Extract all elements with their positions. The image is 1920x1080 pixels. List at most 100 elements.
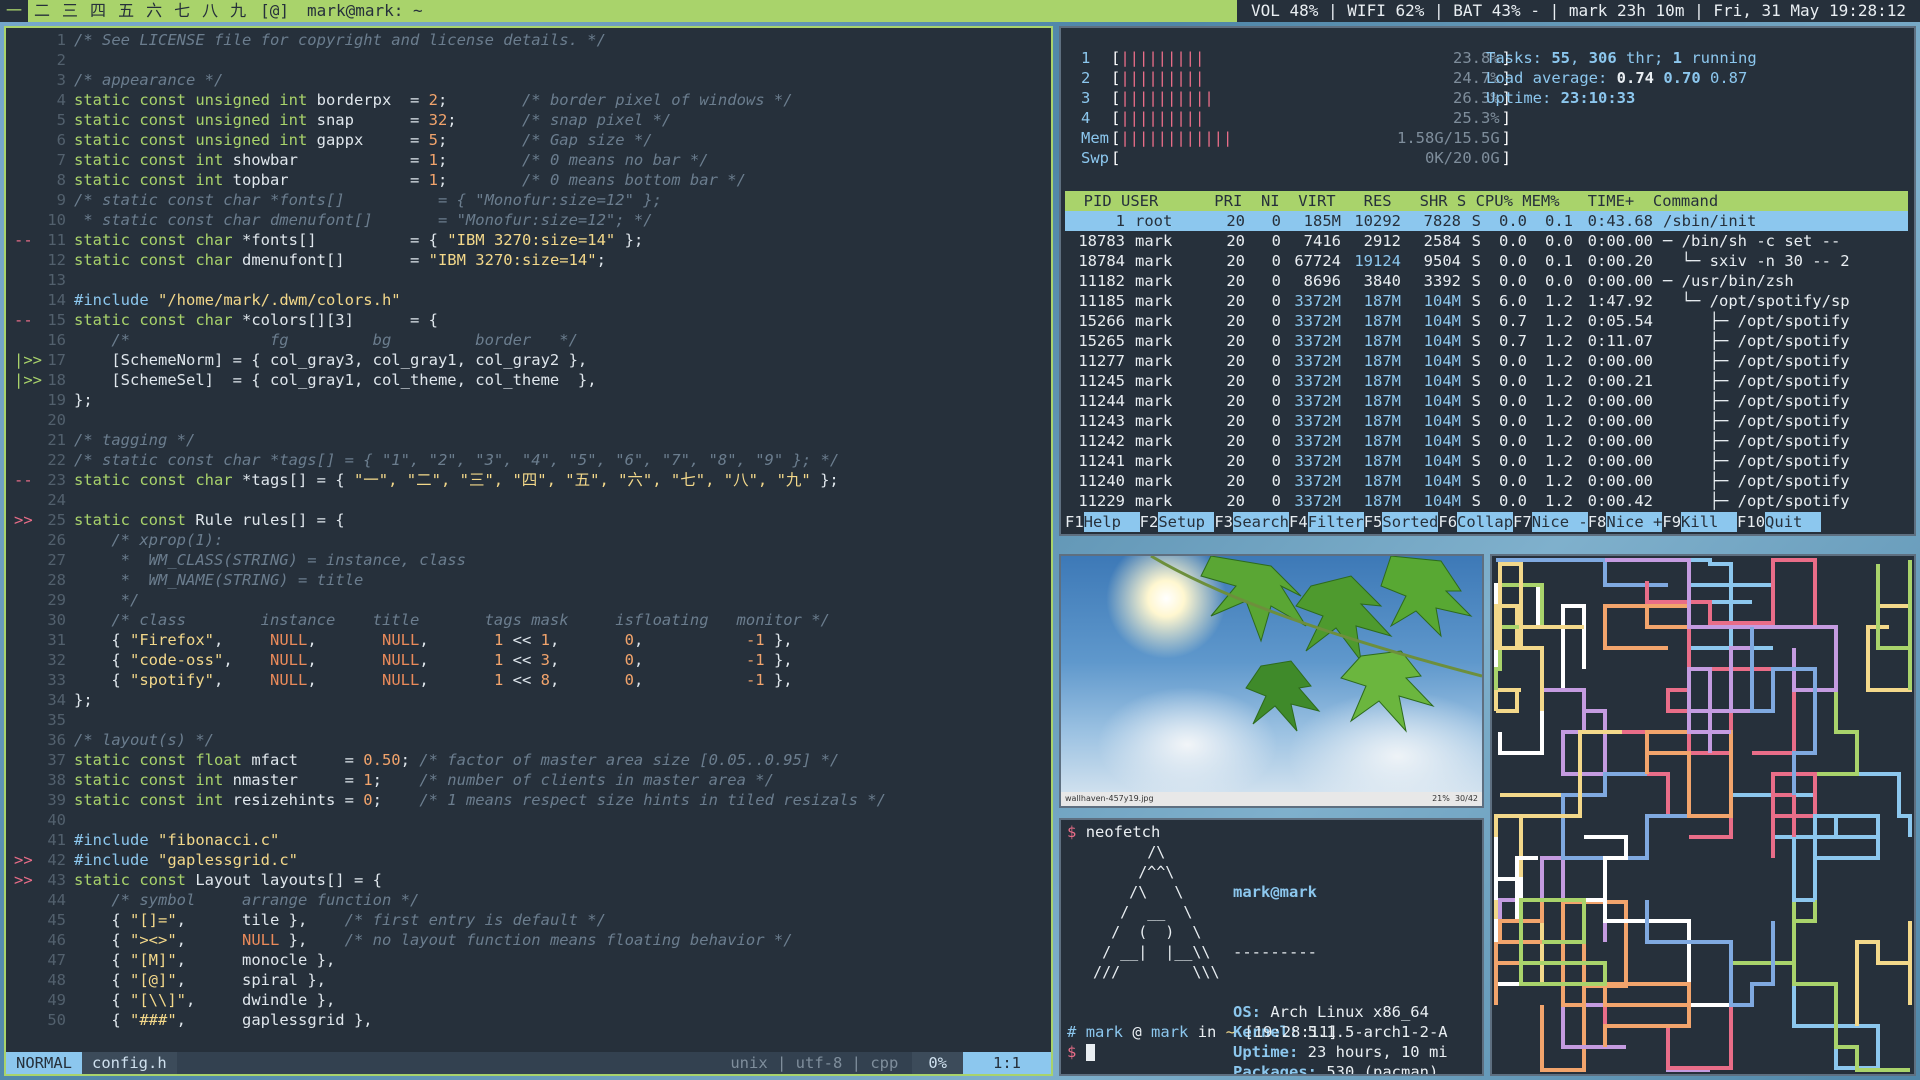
code-line[interactable]: 12 static const char dmenufont[] = "IBM 3… <box>6 250 1051 270</box>
code-line[interactable]: 7 static const int showbar = 1; /* 0 mean… <box>6 150 1051 170</box>
process-row[interactable]: 11242 mark 20 0 3372M 187M 104M S 0.0 1.2 0:00.00 … <box>1065 431 1908 451</box>
code-line[interactable]: 35 <box>6 710 1051 730</box>
process-row[interactable]: 11185 mark 20 0 3372M 187M 104M S 6.0 1.2 1:47.92 … <box>1065 291 1908 311</box>
fkey-label[interactable]: Nice - <box>1531 512 1588 532</box>
fkey-key[interactable]: F8 <box>1588 512 1607 532</box>
code-line[interactable]: 30 /* class instance title tags mask isf… <box>6 610 1051 630</box>
process-table[interactable]: 1 root 20 0 185M 10292 7828 S 0.0 0.1 0:43.68/sbin… <box>1065 211 1908 511</box>
code-line[interactable]: 6 static const unsigned int gappx = 5; /*… <box>6 130 1051 150</box>
code-line[interactable]: 39 static const int resizehints = 0; /* 1… <box>6 790 1051 810</box>
code-line[interactable]: 44 /* symbol arrange function */ <box>6 890 1051 910</box>
fkey-key[interactable]: F7 <box>1513 512 1532 532</box>
fkey-key[interactable]: F3 <box>1214 512 1233 532</box>
code-line[interactable]: 33 { "spotify", NULL, NULL, 1 << 8, 0, -… <box>6 670 1051 690</box>
process-row[interactable]: 18783 mark 20 0 7416 2912 2584 S 0.0 0.0 0:00.00 ─ … <box>1065 231 1908 251</box>
code-line[interactable]: 2 <box>6 50 1051 70</box>
fkey-key[interactable]: F9 <box>1662 512 1681 532</box>
process-row[interactable]: 1 root 20 0 185M 10292 7828 S 0.0 0.1 0:43.68/sbin… <box>1065 211 1908 231</box>
fkey-key[interactable]: F4 <box>1289 512 1308 532</box>
fkey-key[interactable]: F5 <box>1364 512 1383 532</box>
process-row[interactable]: 18784 mark 20 0 67724 19124 9504 S 0.0 0.1 0:00.20… <box>1065 251 1908 271</box>
code-line[interactable]: 50 { "###", gaplessgrid }, <box>6 1010 1051 1030</box>
tag-1[interactable]: 一 <box>0 0 29 22</box>
code-line[interactable]: 13 <box>6 270 1051 290</box>
code-line[interactable]: 49 { "[\\]", dwindle }, <box>6 990 1051 1010</box>
code-line[interactable]: 16 /* fg bg border */ <box>6 330 1051 350</box>
pipes-window[interactable] <box>1490 554 1916 1076</box>
code-line[interactable]: 41 #include "fibonacci.c" <box>6 830 1051 850</box>
code-line[interactable]: 9 /* static const char *fonts[] = { "Mono… <box>6 190 1051 210</box>
process-row[interactable]: 11241 mark 20 0 3372M 187M 104M S 0.0 1.2 0:00.00 … <box>1065 451 1908 471</box>
code-line[interactable]: >> 43 static const Layout layouts[] = { <box>6 870 1051 890</box>
fkey-label[interactable]: Search <box>1233 512 1290 532</box>
tag-6[interactable]: 六 <box>140 0 168 22</box>
process-table-header[interactable]: PID USER PRI NI VIRT RES SHR S CPU% MEM%… <box>1065 191 1908 211</box>
code-line[interactable]: 14 #include "/home/mark/.dwm/colors.h" <box>6 290 1051 310</box>
tag-9[interactable]: 九 <box>224 0 252 22</box>
code-line[interactable]: 36 /* layout(s) */ <box>6 730 1051 750</box>
code-line[interactable]: 21 /* tagging */ <box>6 430 1051 450</box>
fkey-label[interactable]: Sorted <box>1382 512 1439 532</box>
tag-8[interactable]: 八 <box>196 0 224 22</box>
code-line[interactable]: |>> 17 [SchemeNorm] = { col_gray3, col_gr… <box>6 350 1051 370</box>
code-line[interactable]: >> 25 static const Rule rules[] = { <box>6 510 1051 530</box>
code-line[interactable]: 38 static const int nmaster = 1; /* numbe… <box>6 770 1051 790</box>
command-input[interactable]: $ <box>1067 1042 1095 1062</box>
fkey-key[interactable]: F10 <box>1737 512 1765 532</box>
code-line[interactable]: -- 11 static const char *fonts[] = { "IBM … <box>6 230 1051 250</box>
code-line[interactable]: 28 * WM_NAME(STRING) = title <box>6 570 1051 590</box>
fkey-label[interactable]: Nice + <box>1606 512 1663 532</box>
code-line[interactable]: 46 { "><>", NULL }, /* no layout functio… <box>6 930 1051 950</box>
code-line[interactable]: 27 * WM_CLASS(STRING) = instance, class <box>6 550 1051 570</box>
code-line[interactable]: 45 { "[]=", tile }, /* first entry is de… <box>6 910 1051 930</box>
code-line[interactable]: 29 */ <box>6 590 1051 610</box>
process-row[interactable]: 11229 mark 20 0 3372M 187M 104M S 0.0 1.2 0:00.42 … <box>1065 491 1908 511</box>
process-row[interactable]: 11182 mark 20 0 8696 3840 3392 S 0.0 0.0 0:00.00 ─ … <box>1065 271 1908 291</box>
process-row[interactable]: 15266 mark 20 0 3372M 187M 104M S 0.7 1.2 0:05.54 … <box>1065 311 1908 331</box>
fkey-label[interactable]: Kill <box>1681 512 1738 532</box>
code-line[interactable]: 37 static const float mfact = 0.50; /* fa… <box>6 750 1051 770</box>
process-row[interactable]: 11245 mark 20 0 3372M 187M 104M S 0.0 1.2 0:00.21 … <box>1065 371 1908 391</box>
code-line[interactable]: 40 <box>6 810 1051 830</box>
terminal-window[interactable]: $ neofetch /\ /^^\ /\ \ / __ \ / ( ) \ /… <box>1059 818 1484 1076</box>
fkey-label[interactable]: Setup <box>1158 512 1215 532</box>
process-row[interactable]: 11277 mark 20 0 3372M 187M 104M S 0.0 1.2 0:00.00 … <box>1065 351 1908 371</box>
layout-indicator[interactable]: [@] <box>252 0 297 22</box>
code-line[interactable]: 47 { "[M]", monocle }, <box>6 950 1051 970</box>
process-row[interactable]: 15265 mark 20 0 3372M 187M 104M S 0.7 1.2 0:11.07 … <box>1065 331 1908 351</box>
code-line[interactable]: 8 static const int topbar = 1; /* 0 means… <box>6 170 1051 190</box>
code-line[interactable]: -- 23 static const char *tags[] = { "一", "… <box>6 470 1051 490</box>
process-row[interactable]: 11244 mark 20 0 3372M 187M 104M S 0.0 1.2 0:00.00 … <box>1065 391 1908 411</box>
htop-window[interactable]: 1[||||||||| 23.8%] 2[||||||||| 24.7%] 3[||||… <box>1059 26 1916 536</box>
fkey-key[interactable]: F2 <box>1140 512 1159 532</box>
tag-4[interactable]: 四 <box>84 0 112 22</box>
code-line[interactable]: 3 /* appearance */ <box>6 70 1051 90</box>
code-line[interactable]: 1 /* See LICENSE file for copyright and l… <box>6 30 1051 50</box>
process-row[interactable]: 11243 mark 20 0 3372M 187M 104M S 0.0 1.2 0:00.00 … <box>1065 411 1908 431</box>
process-row[interactable]: 11240 mark 20 0 3372M 187M 104M S 0.0 1.2 0:00.00 … <box>1065 471 1908 491</box>
code-line[interactable]: -- 15 static const char *colors[][3] = { <box>6 310 1051 330</box>
code-line[interactable]: 19}; <box>6 390 1051 410</box>
code-line[interactable]: 48 { "[@]", spiral }, <box>6 970 1051 990</box>
tag-2[interactable]: 二 <box>28 0 56 22</box>
vim-window[interactable]: 1 /* See LICENSE file for copyright and l… <box>4 26 1053 1076</box>
fkey-key[interactable]: F6 <box>1438 512 1457 532</box>
code-line[interactable]: 24 <box>6 490 1051 510</box>
fkey-label[interactable]: Collap <box>1457 512 1514 532</box>
code-line[interactable]: 31 { "Firefox", NULL, NULL, 1 << 1, 0, -… <box>6 630 1051 650</box>
code-line[interactable]: |>> 18 [SchemeSel] = { col_gray1, col_the… <box>6 370 1051 390</box>
code-line[interactable]: 10 * static const char dmenufont[] = "Mo… <box>6 210 1051 230</box>
code-line[interactable]: 20 <box>6 410 1051 430</box>
tag-3[interactable]: 三 <box>56 0 84 22</box>
code-line[interactable]: 32 { "code-oss", NULL, NULL, 1 << 3, 0, … <box>6 650 1051 670</box>
code-line[interactable]: 34}; <box>6 690 1051 710</box>
fkey-label[interactable]: Filter <box>1307 512 1364 532</box>
sxiv-window[interactable]: wallhaven-457y19.jpg 21% 30/42 <box>1059 554 1484 808</box>
code-line[interactable]: 26 /* xprop(1): <box>6 530 1051 550</box>
fkey-label[interactable]: Help <box>1083 512 1140 532</box>
code-line[interactable]: 22 /* static const char *tags[] = { "1", … <box>6 450 1051 470</box>
code-line[interactable]: 5 static const unsigned int snap = 32; /*… <box>6 110 1051 130</box>
fkey-key[interactable]: F1 <box>1065 512 1084 532</box>
code-line[interactable]: >> 42 #include "gaplessgrid.c" <box>6 850 1051 870</box>
code-line[interactable]: 4 static const unsigned int borderpx = 2;… <box>6 90 1051 110</box>
